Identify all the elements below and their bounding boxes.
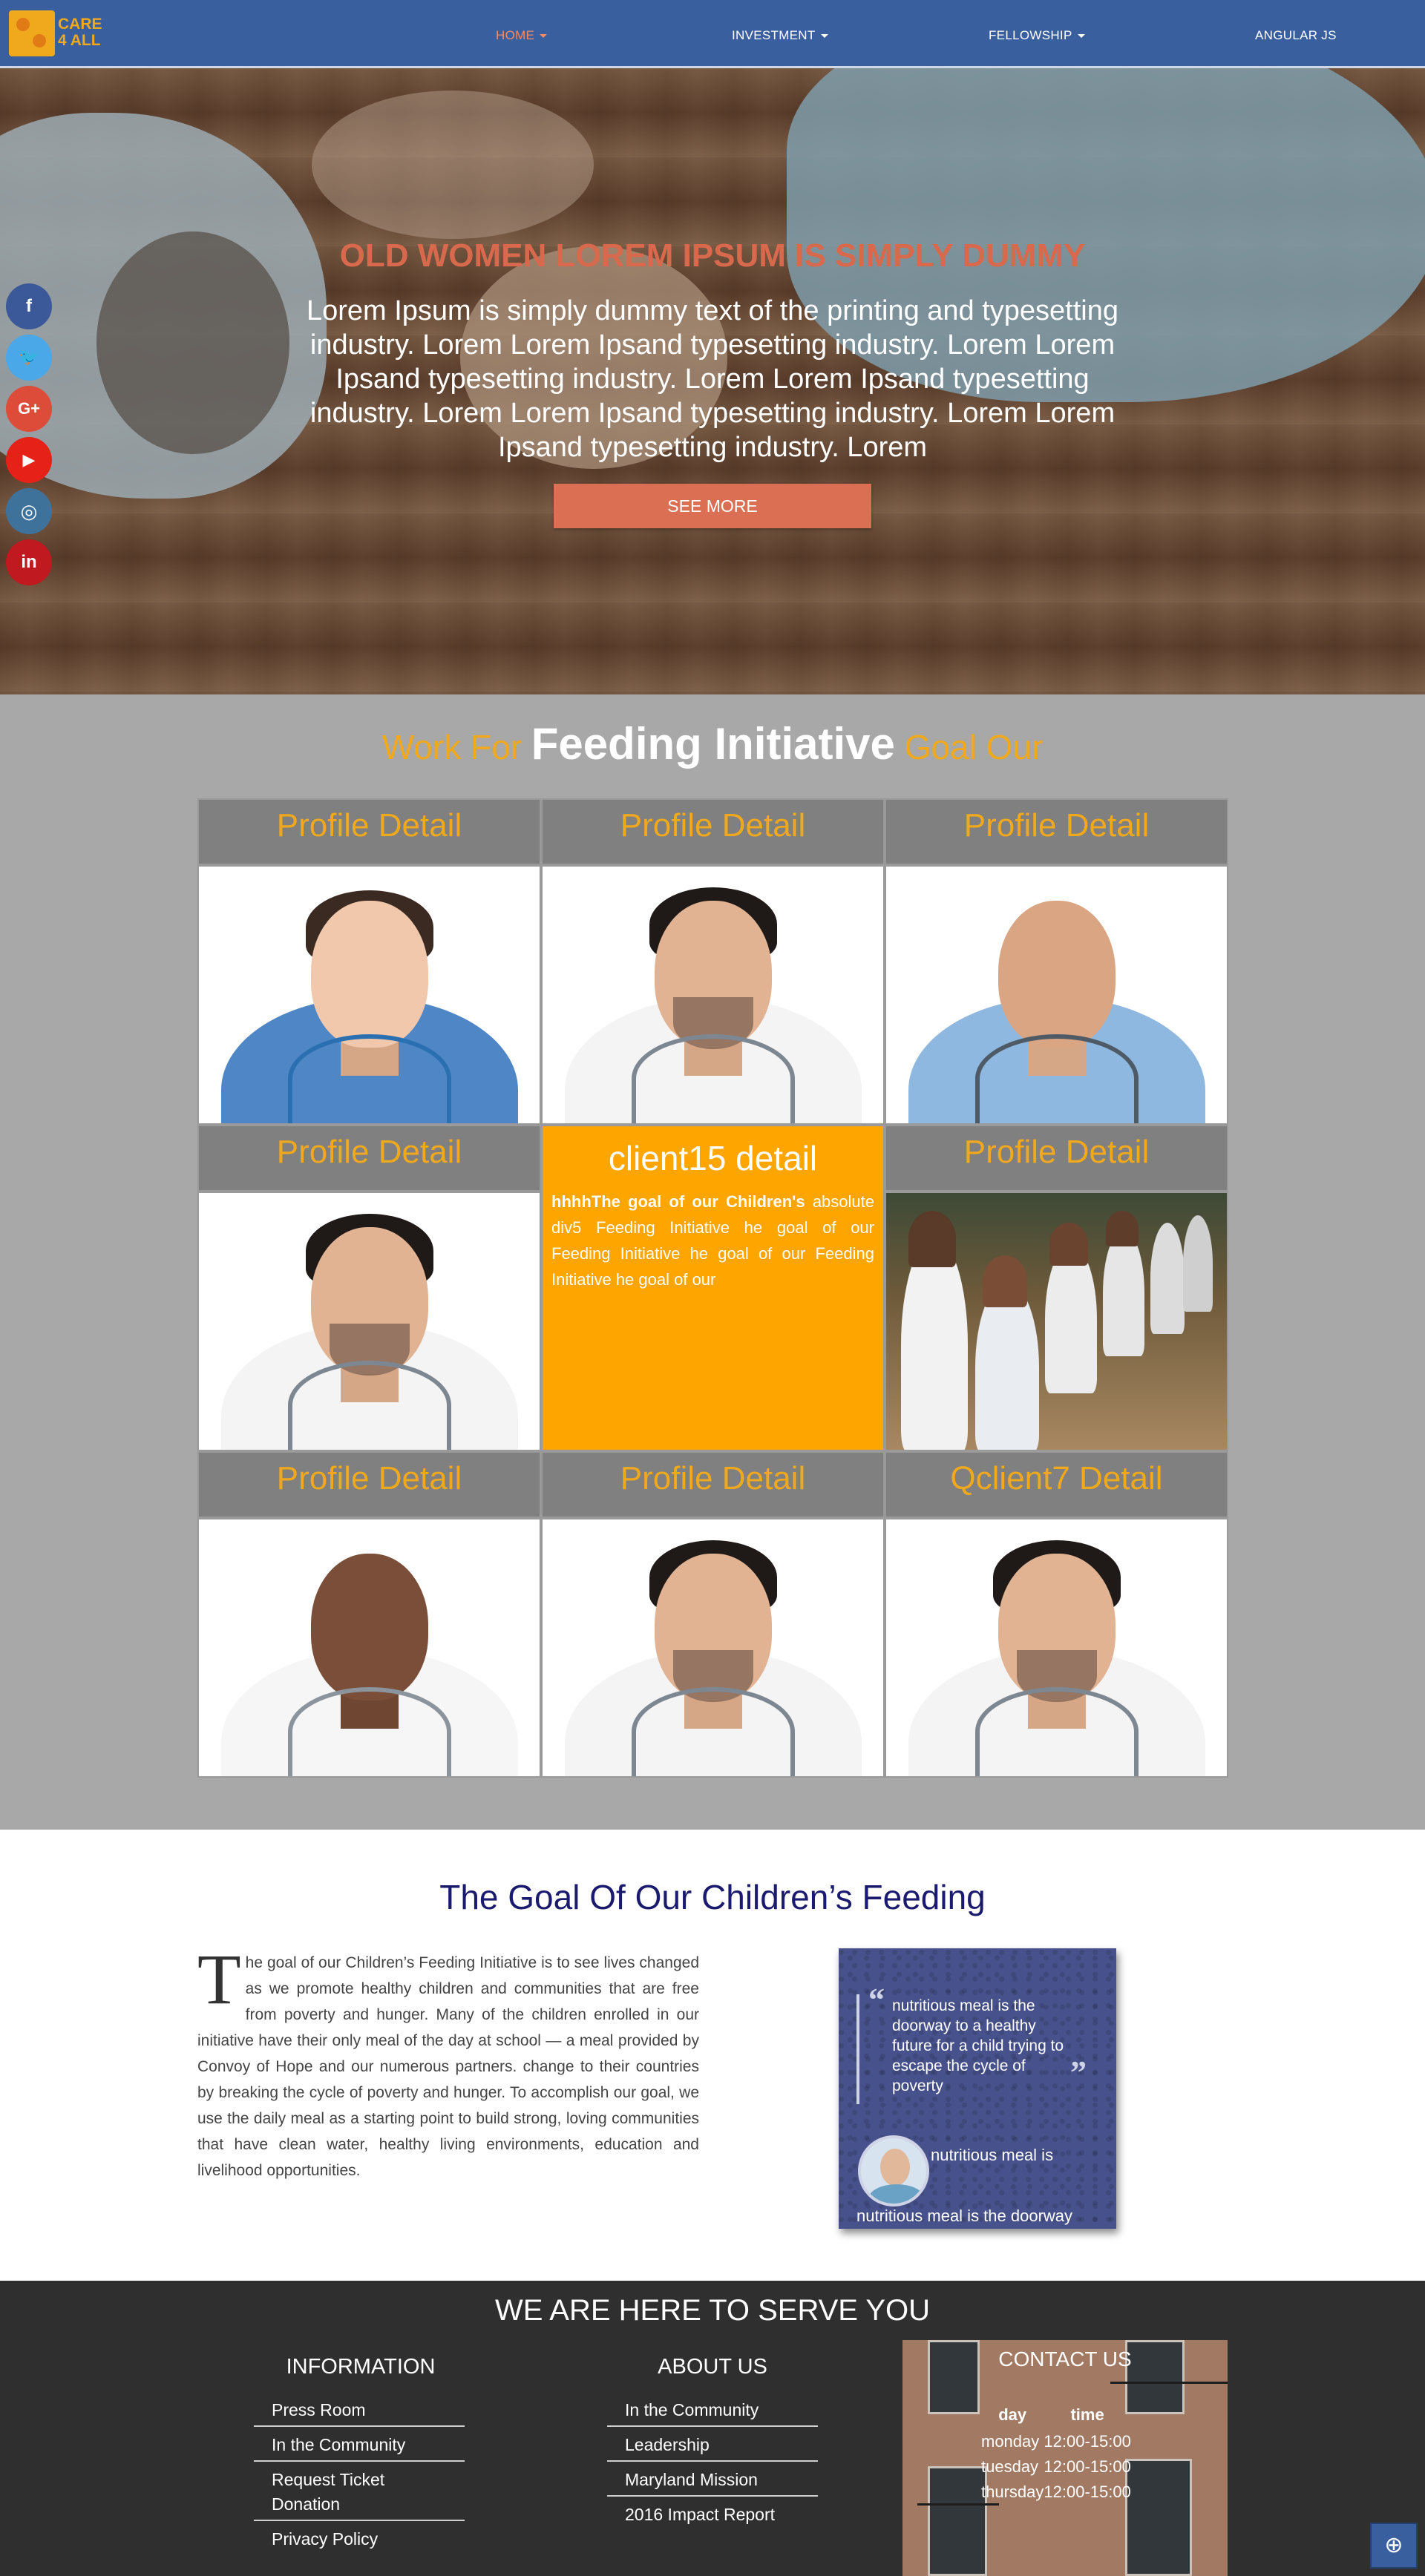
hero-text: Lorem Ipsum is simply dummy text of the … bbox=[306, 295, 1119, 463]
see-more-button[interactable]: SEE MORE bbox=[554, 484, 871, 528]
footer-link-privacy-policy[interactable]: Privacy Policy bbox=[254, 2521, 465, 2554]
arrow-up-circle-icon[interactable]: ⊕ bbox=[1370, 2523, 1418, 2569]
profile-photo-bald-doctor[interactable] bbox=[885, 865, 1228, 1125]
profile-tile-title[interactable]: Profile Detail bbox=[197, 1125, 541, 1192]
quote-close-icon: ” bbox=[1070, 2054, 1087, 2091]
nav-fellowship[interactable]: FELLOWSHIP bbox=[989, 28, 1085, 43]
information-title: INFORMATION bbox=[286, 2355, 436, 2379]
footer-link-2016-impact-report[interactable]: 2016 Impact Report bbox=[607, 2497, 818, 2530]
nav-home[interactable]: HOME bbox=[496, 28, 548, 43]
linkedin-icon[interactable]: in bbox=[6, 539, 52, 585]
goal-heading: The Goal Of Our Children’s Feeding bbox=[439, 1878, 986, 1916]
about-title: ABOUT US bbox=[658, 2355, 767, 2379]
caret-down-icon bbox=[540, 34, 548, 39]
nav-angular-js[interactable]: ANGULAR JS bbox=[1255, 28, 1337, 43]
quote-open-icon: “ bbox=[868, 1982, 885, 2018]
testimonial-card: “ ” nutritious meal is the doorway to a … bbox=[839, 1948, 1116, 2229]
client-detail-card[interactable]: client15 detail hhhhThe goal of our Chil… bbox=[541, 1125, 885, 1451]
profiles-section: Work For Feeding Initiative Goal Our Pro… bbox=[0, 694, 1425, 1830]
caret-down-icon bbox=[1077, 34, 1085, 39]
footer-link-leadership[interactable]: Leadership bbox=[607, 2427, 818, 2462]
hero-banner: OLD WOMEN LOREM IPSUM IS SIMPLY DUMMY Lo… bbox=[0, 68, 1425, 694]
client-detail-text: hhhhThe goal of our Children's absolute … bbox=[551, 1192, 874, 1289]
profile-tile-title[interactable]: Profile Detail bbox=[197, 798, 541, 865]
contact-card: CONTACT US day time monday 12:00-15:00 t… bbox=[902, 2340, 1228, 2576]
care4all-logo[interactable]: CARE 4 ALL bbox=[9, 10, 110, 56]
caret-down-icon bbox=[820, 34, 828, 39]
profile-photo-doctor[interactable] bbox=[197, 1192, 541, 1451]
youtube-icon[interactable]: ▶ bbox=[6, 437, 52, 483]
about-links: In the Community Leadership Maryland Mis… bbox=[607, 2392, 818, 2530]
profile-tile-title[interactable]: Profile Detail bbox=[885, 1125, 1228, 1192]
table-row: monday 12:00-15:00 bbox=[981, 2432, 1131, 2451]
profile-tile-title[interactable]: Profile Detail bbox=[541, 1451, 885, 1518]
opening-hours-table: day time monday 12:00-15:00 tuesday 12:0… bbox=[981, 2405, 1131, 2505]
profile-photo-doctor-glasses[interactable] bbox=[197, 1518, 541, 1778]
drop-cap: T bbox=[197, 1939, 241, 2019]
profile-photo-nurse[interactable] bbox=[197, 865, 541, 1125]
testimonial-quote: nutritious meal is the doorway to a heal… bbox=[892, 1997, 1064, 2094]
footer-link-in-the-community[interactable]: In the Community bbox=[254, 2427, 465, 2462]
footer-link-request-ticket-donation[interactable]: Request Ticket Donation bbox=[254, 2462, 465, 2521]
avatar bbox=[858, 2135, 929, 2207]
table-row: tuesday 12:00-15:00 bbox=[981, 2457, 1131, 2476]
testimonial-caption: nutritious meal is bbox=[931, 2146, 1054, 2164]
goal-paragraph: The goal of our Children’s Feeding Initi… bbox=[197, 1939, 699, 2180]
site-footer: WE ARE HERE TO SERVE YOU INFORMATION Pre… bbox=[0, 2281, 1425, 2576]
footer-link-in-the-community[interactable]: In the Community bbox=[607, 2392, 818, 2427]
profile-photo-doctor[interactable] bbox=[885, 1518, 1228, 1778]
footer-heading: WE ARE HERE TO SERVE YOU bbox=[494, 2294, 931, 2327]
puzzle-logo-icon bbox=[9, 10, 55, 56]
contact-title: CONTACT US bbox=[998, 2347, 1132, 2370]
hero-title: OLD WOMEN LOREM IPSUM IS SIMPLY DUMMY bbox=[339, 237, 1086, 274]
section-title: Work For Feeding Initiative Goal Our bbox=[381, 719, 1044, 769]
profile-photo-doctor[interactable] bbox=[541, 1518, 885, 1778]
top-navbar: CARE 4 ALL HOME INVESTMENT FELLOWSHIP AN… bbox=[0, 0, 1425, 68]
profile-tile-title[interactable]: Profile Detail bbox=[541, 798, 885, 865]
twitter-icon[interactable]: 🐦 bbox=[6, 335, 52, 381]
table-header: day bbox=[998, 2405, 1027, 2424]
instagram-icon[interactable]: ◎ bbox=[6, 488, 52, 534]
social-sidebar: f 🐦 G+ ▶ ◎ in bbox=[6, 283, 53, 591]
information-links: Press Room In the Community Request Tick… bbox=[254, 2392, 465, 2554]
profile-photo-doctor[interactable] bbox=[541, 865, 885, 1125]
footer-link-press-room[interactable]: Press Room bbox=[254, 2392, 465, 2427]
facebook-icon[interactable]: f bbox=[6, 283, 52, 329]
profile-tile-title[interactable]: Profile Detail bbox=[885, 798, 1228, 865]
testimonial-footer: nutritious meal is the doorway bbox=[856, 2207, 1073, 2225]
table-header: time bbox=[1070, 2405, 1104, 2424]
google-plus-icon[interactable]: G+ bbox=[6, 386, 52, 432]
logo-text: CARE 4 ALL bbox=[58, 16, 102, 49]
footer-link-maryland-mission[interactable]: Maryland Mission bbox=[607, 2462, 818, 2497]
children-photo[interactable] bbox=[885, 1192, 1228, 1451]
client-detail-title: client15 detail bbox=[608, 1139, 818, 1177]
table-row: thursday 12:00-15:00 bbox=[981, 2483, 1131, 2501]
profile-tile-title[interactable]: Profile Detail bbox=[197, 1451, 541, 1518]
nav-investment[interactable]: INVESTMENT bbox=[732, 28, 828, 43]
profile-tile-title[interactable]: Qclient7 Detail bbox=[885, 1451, 1228, 1518]
